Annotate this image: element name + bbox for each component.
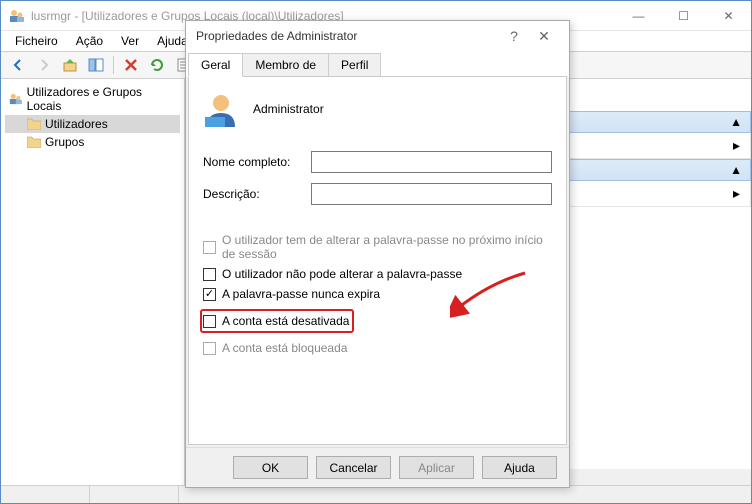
tree-groups-label: Grupos [45, 135, 84, 149]
tab-general[interactable]: Geral [188, 53, 243, 77]
folder-icon [27, 136, 41, 148]
dialog-titlebar: Propriedades de Administrator ? ✕ [186, 21, 569, 51]
never-expires-checkbox[interactable] [203, 288, 216, 301]
close-button[interactable]: ✕ [706, 1, 751, 30]
tree-groups[interactable]: Grupos [5, 133, 180, 151]
ok-button[interactable]: OK [233, 456, 308, 479]
status-cell [90, 486, 179, 503]
window-controls: — ☐ ✕ [616, 1, 751, 30]
tree-panel: Utilizadores e Grupos Locais Utilizadore… [1, 79, 185, 485]
toolbar-separator [113, 56, 114, 74]
up-button[interactable] [59, 54, 81, 76]
app-icon [9, 8, 25, 24]
fullname-row: Nome completo: [203, 151, 552, 173]
account-locked-label: A conta está bloqueada [222, 341, 347, 355]
account-disabled-row[interactable]: A conta está desativada [203, 314, 349, 328]
description-input[interactable] [311, 183, 552, 205]
cannot-change-password-row[interactable]: O utilizador não pode alterar a palavra-… [203, 267, 552, 281]
tab-profile[interactable]: Perfil [328, 53, 381, 77]
forward-button[interactable] [33, 54, 55, 76]
tree-users[interactable]: Utilizadores [5, 115, 180, 133]
tab-strip: Geral Membro de Perfil [186, 51, 569, 77]
user-icon [203, 91, 239, 127]
menu-file[interactable]: Ficheiro [7, 32, 66, 50]
description-row: Descrição: [203, 183, 552, 205]
highlight-box: A conta está desativada [200, 309, 354, 333]
show-hide-button[interactable] [85, 54, 107, 76]
user-heading: Administrator [203, 91, 552, 127]
must-change-password-label: O utilizador tem de alterar a palavra-pa… [222, 233, 552, 261]
folder-icon [27, 118, 41, 130]
never-expires-label: A palavra-passe nunca expira [222, 287, 380, 301]
cancel-button[interactable]: Cancelar [316, 456, 391, 479]
status-cell [1, 486, 90, 503]
menu-action[interactable]: Ação [68, 32, 111, 50]
help-button[interactable]: Ajuda [482, 456, 557, 479]
minimize-button[interactable]: — [616, 1, 661, 30]
cannot-change-password-checkbox[interactable] [203, 268, 216, 281]
apply-button[interactable]: Aplicar [399, 456, 474, 479]
cannot-change-password-label: O utilizador não pode alterar a palavra-… [222, 267, 462, 281]
tree-root[interactable]: Utilizadores e Grupos Locais [5, 83, 180, 115]
tree-root-label: Utilizadores e Grupos Locais [27, 85, 176, 113]
never-expires-row[interactable]: A palavra-passe nunca expira [203, 287, 552, 301]
fullname-input[interactable] [311, 151, 552, 173]
users-groups-icon [9, 92, 23, 106]
account-locked-checkbox [203, 342, 216, 355]
account-disabled-checkbox[interactable] [203, 315, 216, 328]
back-button[interactable] [7, 54, 29, 76]
properties-dialog: Propriedades de Administrator ? ✕ Geral … [185, 20, 570, 488]
dialog-close-button[interactable]: ✕ [529, 28, 559, 45]
tab-member-of[interactable]: Membro de [242, 53, 329, 77]
fullname-label: Nome completo: [203, 155, 303, 169]
tab-content: Administrator Nome completo: Descrição: … [188, 76, 567, 445]
dialog-title: Propriedades de Administrator [196, 29, 499, 43]
account-disabled-label: A conta está desativada [222, 314, 349, 328]
user-name: Administrator [253, 102, 324, 116]
must-change-password-checkbox [203, 241, 216, 254]
description-label: Descrição: [203, 187, 303, 201]
dialog-help-button[interactable]: ? [499, 28, 529, 44]
delete-button[interactable] [120, 54, 142, 76]
tree-users-label: Utilizadores [45, 117, 108, 131]
maximize-button[interactable]: ☐ [661, 1, 706, 30]
refresh-button[interactable] [146, 54, 168, 76]
account-locked-row: A conta está bloqueada [203, 341, 552, 355]
menu-view[interactable]: Ver [113, 32, 147, 50]
dialog-button-bar: OK Cancelar Aplicar Ajuda [186, 447, 569, 487]
must-change-password-row: O utilizador tem de alterar a palavra-pa… [203, 233, 552, 261]
